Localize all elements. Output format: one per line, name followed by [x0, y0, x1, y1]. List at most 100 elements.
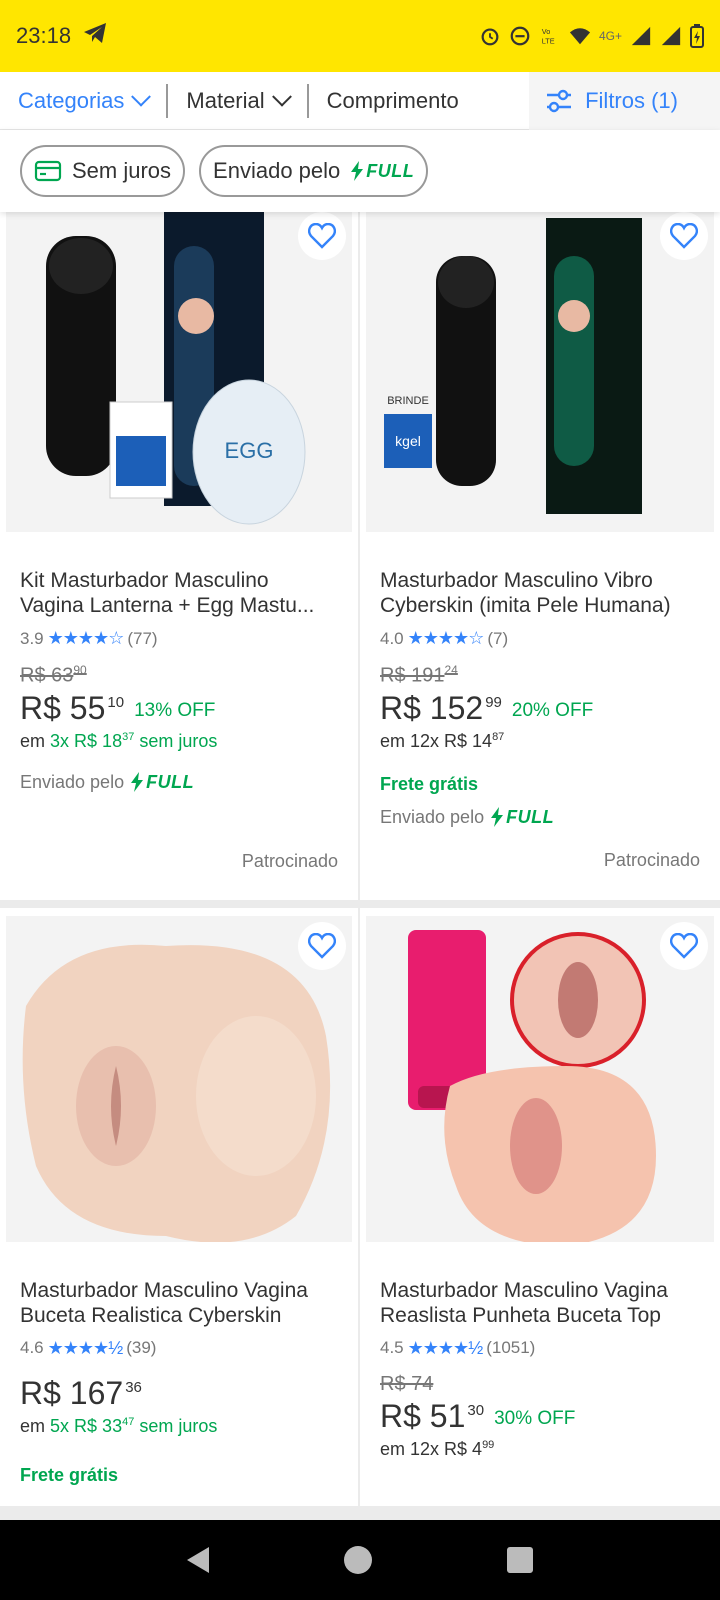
chip-sem-juros[interactable]: Sem juros — [20, 145, 186, 197]
heart-icon — [308, 932, 336, 959]
lightning-icon — [351, 161, 364, 181]
review-count: (77) — [127, 628, 158, 648]
old-price: R$ 6390 — [20, 663, 338, 688]
credit-card-icon — [34, 160, 62, 182]
full-label: FULL — [366, 160, 415, 181]
price-cents: 99 — [485, 693, 502, 711]
home-icon[interactable] — [343, 1546, 372, 1574]
price: R$ 55 10 13% OFF — [20, 690, 338, 727]
old-price: R$ 74 — [380, 1373, 700, 1396]
product-card[interactable]: Masturbador Masculino Vagina Reaslista P… — [360, 907, 720, 1506]
product-title[interactable]: Kit Masturbador Masculino Vagina Lantern… — [20, 568, 338, 618]
system-nav-bar — [0, 1520, 720, 1600]
price-value: R$ 55 — [20, 689, 106, 726]
product-title[interactable]: Masturbador Masculino Vagina Buceta Real… — [20, 1278, 338, 1328]
old-price: R$ 19124 — [380, 663, 700, 688]
product-card[interactable]: Masturbador Masculino Vagina Buceta Real… — [0, 907, 360, 1506]
full-badge: FULL — [130, 772, 194, 793]
product-image: kgel BRINDE — [366, 212, 714, 532]
review-count: (7) — [487, 628, 509, 648]
comprimento-dropdown[interactable]: Comprimento — [309, 81, 477, 121]
comprimento-label: Comprimento — [326, 87, 459, 113]
review-count: (39) — [126, 1338, 157, 1358]
filter-bar: Categorias Material Comprimento Filtros … — [0, 71, 720, 130]
installment-cents: 47 — [122, 1415, 135, 1428]
chevron-down-icon — [271, 86, 292, 107]
wifi-icon — [569, 28, 591, 45]
status-icons: Vo LTE 4G+ — [479, 24, 704, 48]
price-value: R$ 152 — [380, 689, 484, 726]
filtros-button[interactable]: Filtros (1) — [529, 71, 720, 130]
lightning-icon — [491, 807, 504, 828]
installment-prefix: em 12x R$ 4 — [380, 1438, 483, 1459]
installment-amount: 5x R$ 33 — [50, 1415, 123, 1436]
signal-icon — [631, 26, 651, 46]
installments: em 12x R$ 499 — [380, 1439, 700, 1460]
discount-badge: 20% OFF — [511, 699, 594, 721]
installment-suffix: sem juros — [139, 730, 218, 751]
price-cents: 36 — [125, 1378, 142, 1396]
installment-suffix: sem juros — [139, 1415, 218, 1436]
installment-amount: 3x R$ 18 — [50, 730, 123, 751]
status-bar: 23:18 Vo LTE 4G+ — [0, 0, 720, 72]
full-label: FULL — [146, 771, 195, 792]
sliders-icon — [547, 89, 572, 112]
free-shipping-label: Frete grátis — [20, 1464, 119, 1485]
installments: em 12x R$ 1487 — [380, 731, 700, 752]
price-cents: 10 — [107, 693, 125, 711]
favorite-button[interactable] — [660, 212, 708, 260]
brinde-label: BRINDE — [387, 395, 429, 407]
installments: em 3x R$ 1837 sem juros — [20, 731, 338, 752]
back-icon[interactable] — [187, 1547, 210, 1573]
old-price-value: R$ 191 — [380, 664, 445, 687]
sent-by-label: Enviado pelo — [20, 771, 125, 792]
price: R$ 167 36 — [20, 1375, 338, 1412]
favorite-button[interactable] — [660, 921, 708, 970]
chip-sem-juros-label: Sem juros — [72, 158, 172, 183]
battery-icon — [690, 24, 704, 48]
product-image — [6, 915, 352, 1242]
star-rating-icon: ★★★★½ — [407, 1337, 484, 1358]
installments: em 5x R$ 3347 sem juros — [20, 1416, 338, 1437]
rating-value: 4.0 — [380, 628, 404, 648]
free-shipping-label: Frete grátis — [380, 773, 479, 794]
product-title[interactable]: Masturbador Masculino Vibro Cyberskin (i… — [380, 568, 700, 618]
discount-badge: 13% OFF — [134, 699, 216, 721]
installment-cents: 99 — [482, 1438, 495, 1451]
material-dropdown[interactable]: Material — [168, 81, 306, 121]
rating-value: 3.9 — [20, 628, 44, 648]
material-label: Material — [186, 87, 265, 113]
favorite-button[interactable] — [298, 921, 346, 970]
sent-by: Enviado pelo FULL — [20, 772, 338, 793]
product-rating: 4.6 ★★★★½ (39) — [20, 1338, 338, 1359]
installment-value: 5x R$ 3347 sem juros — [50, 1416, 217, 1436]
installment-value: 3x R$ 1837 sem juros — [50, 731, 217, 751]
full-badge: FULL — [490, 807, 554, 828]
old-price-cents: 24 — [444, 663, 458, 677]
signal-icon-2 — [661, 26, 681, 46]
sponsored-label: Patrocinado — [241, 850, 338, 871]
star-rating-icon: ★★★★☆ — [47, 628, 125, 648]
recents-icon[interactable] — [506, 1547, 533, 1573]
installment-prefix: em — [20, 730, 46, 751]
product-card[interactable]: EGG Kit Masturbador Masculino Vagina Lan… — [0, 212, 360, 908]
price: R$ 51 30 30% OFF — [380, 1398, 700, 1435]
star-rating-icon: ★★★★☆ — [407, 628, 485, 648]
favorite-button[interactable] — [298, 212, 346, 260]
installment-cents: 37 — [122, 730, 135, 743]
product-image: EGG — [6, 212, 352, 532]
star-rating-icon: ★★★★½ — [47, 1337, 124, 1358]
sent-by-label: Enviado pelo — [380, 806, 485, 827]
network-type: 4G+ — [598, 29, 622, 43]
product-title[interactable]: Masturbador Masculino Vagina Reaslista P… — [380, 1278, 700, 1328]
review-count: (1051) — [486, 1338, 536, 1358]
price: R$ 152 99 20% OFF — [380, 690, 700, 727]
rating-value: 4.5 — [380, 1338, 404, 1358]
status-time: 23:18 — [16, 23, 72, 48]
svg-text:Vo: Vo — [542, 27, 551, 36]
product-card[interactable]: kgel BRINDE Masturbador Masculino Vibro … — [360, 212, 720, 908]
categorias-label: Categorias — [18, 87, 125, 113]
categorias-dropdown[interactable]: Categorias — [0, 81, 166, 121]
rating-value: 4.6 — [20, 1338, 44, 1358]
chip-enviado-full[interactable]: Enviado pelo FULL — [199, 145, 429, 197]
